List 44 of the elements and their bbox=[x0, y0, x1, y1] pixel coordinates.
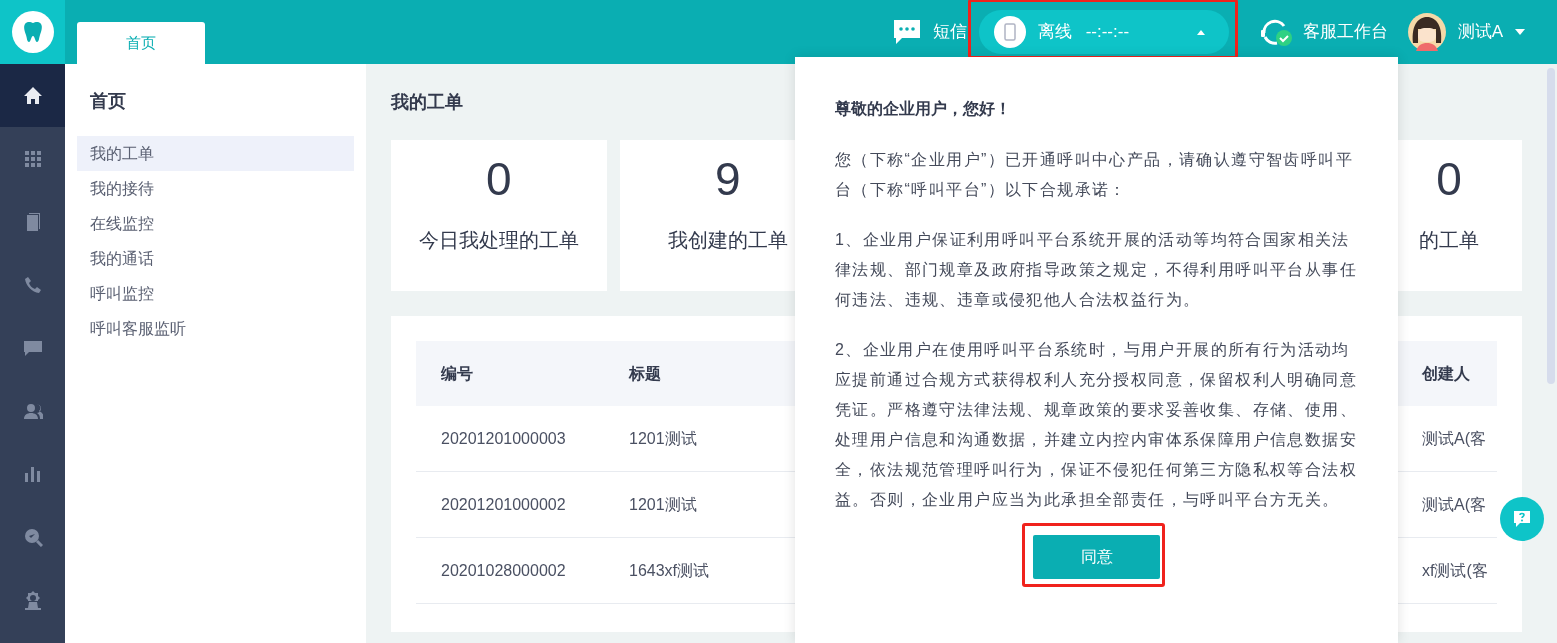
stat-value: 0 bbox=[486, 152, 512, 207]
table-cell-text: 测试A(客 bbox=[1421, 494, 1487, 515]
page-title: 我的工单 bbox=[391, 92, 463, 112]
help-button[interactable] bbox=[1500, 497, 1544, 541]
help-chat-icon bbox=[1512, 509, 1532, 529]
table-cell-text: 测试A(客 bbox=[1421, 428, 1487, 449]
notice-title: 尊敬的企业用户，您好！ bbox=[835, 99, 1012, 119]
sidebar-item[interactable]: 我的接待 bbox=[77, 171, 354, 206]
table-cell-text: 20201201000002 bbox=[440, 494, 567, 515]
notice-paragraph: 1、企业用户保证利用呼叫平台系统开展的活动等均符合国家相关法律法规、部门规章及政府指导政策之规定，不得利用呼叫平台从事任何违法、违规、违章或侵犯他人合法权益行为。 bbox=[835, 230, 1358, 310]
phone-icon bbox=[22, 274, 43, 295]
column-header: 编号 bbox=[440, 363, 474, 384]
stat-label: 今日我处理的工单 bbox=[418, 228, 579, 254]
phone-device-icon bbox=[993, 16, 1026, 48]
headset-check-icon bbox=[1258, 17, 1293, 47]
table-cell-text: 1643xf测试 bbox=[628, 560, 711, 581]
column-header: 创建人 bbox=[1421, 363, 1471, 384]
sidebar-item[interactable]: 我的工单 bbox=[77, 136, 354, 171]
notice-paragraph: 2、企业用户在使用呼叫平台系统时，与用户开展的所有行为活动均应提前通过合规方式获得权利人充分授权同意，保留权利人明确同意凭证。严格遵守法律法规、规章政策的要求妥善收集、存储、使用、处理用户信息和沟通数据，并建立内控内审体系保障用户信息数据安全，依法规范管理呼叫行为，保证不侵犯任何第三方隐私权等合法权益。否则，企业用户应当为此承担全部责任，与呼叫平台方无关。 bbox=[835, 340, 1358, 510]
sidebar-item[interactable]: 呼叫监控 bbox=[77, 276, 354, 311]
sidebar-item[interactable]: 我的通话 bbox=[77, 241, 354, 276]
sidebar-item[interactable]: 呼叫客服监听 bbox=[77, 311, 354, 346]
rail-nav-button[interactable] bbox=[0, 64, 65, 127]
grid-icon bbox=[22, 148, 43, 169]
table-cell-text: 1201测试 bbox=[628, 428, 698, 449]
stat-label: 的工单 bbox=[1419, 228, 1480, 254]
table-cell-text: 20201201000003 bbox=[440, 428, 567, 449]
stat-label: 我创建的工单 bbox=[667, 228, 788, 254]
table-cell-text: xf测试(客 bbox=[1421, 560, 1489, 581]
column-header: 标题 bbox=[627, 363, 662, 384]
gear-bell-icon bbox=[22, 589, 43, 610]
stat-value: 9 bbox=[714, 152, 741, 207]
chat-icon bbox=[892, 19, 921, 45]
avatar-icon bbox=[1407, 13, 1446, 51]
table-cell-text: 20201028000002 bbox=[440, 560, 567, 581]
home-icon bbox=[22, 85, 43, 106]
sidebar-item[interactable]: 在线监控 bbox=[77, 206, 354, 241]
table-cell-text: 1201测试 bbox=[628, 494, 698, 515]
notice-paragraph: 您（下称“企业用户”）已开通呼叫中心产品，请确认遵守智齿呼叫平台（下称“呼叫平台”）以下合规承诺： bbox=[835, 150, 1355, 200]
stat-value: 0 bbox=[1436, 152, 1462, 207]
search-icon bbox=[22, 526, 43, 547]
sidebar-title: 首页 bbox=[89, 90, 127, 113]
tooth-logo-icon bbox=[11, 11, 54, 53]
caret-icon bbox=[1515, 29, 1525, 35]
